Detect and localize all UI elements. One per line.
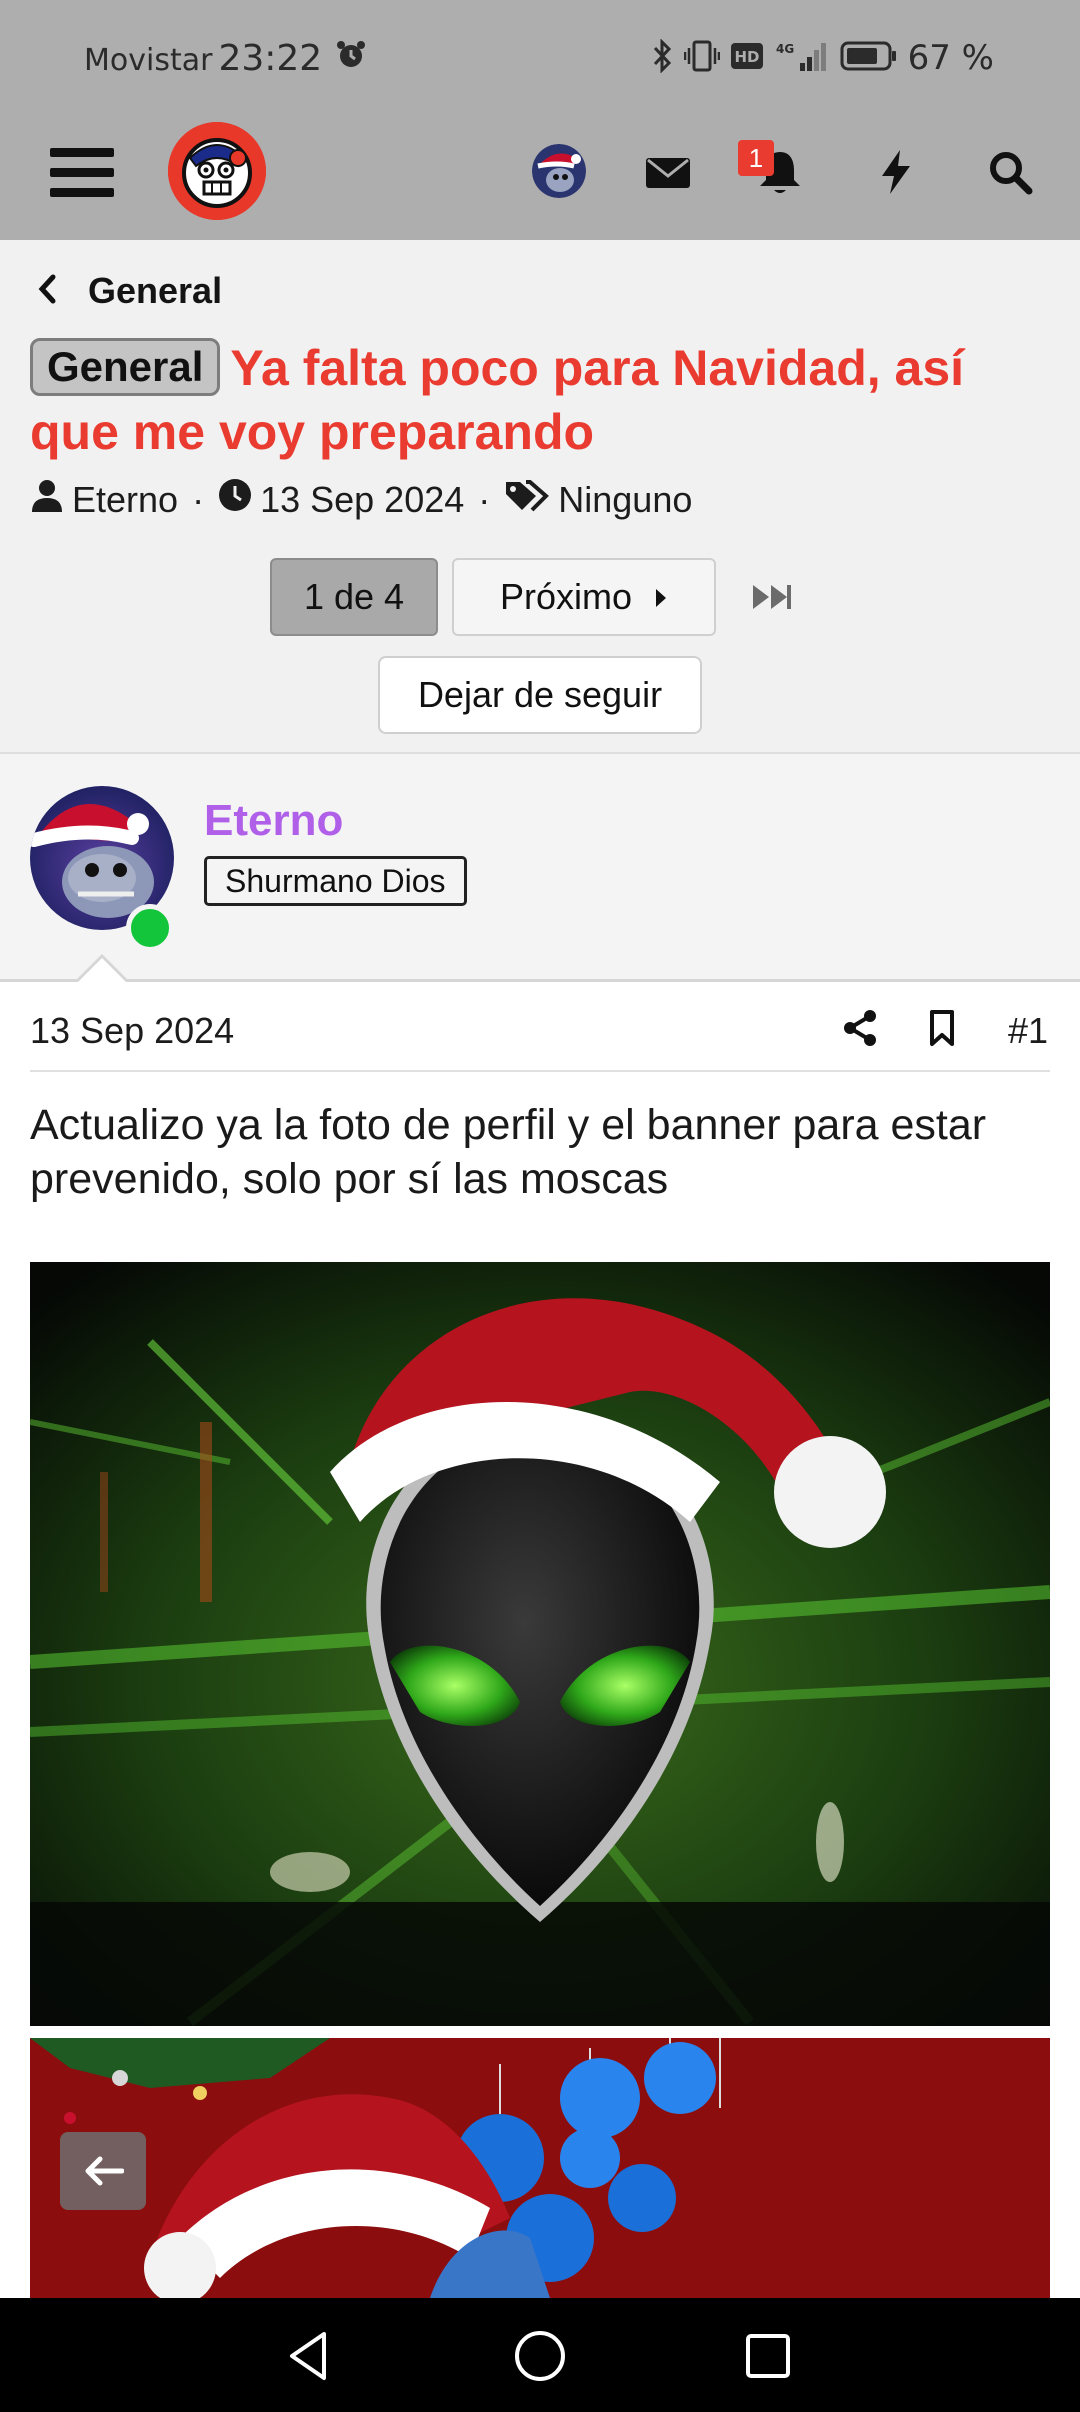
envelope-icon[interactable]: [640, 144, 696, 200]
hd-icon: HD: [730, 41, 764, 76]
system-back-icon[interactable]: [280, 2328, 336, 2384]
svg-text:HD: HD: [734, 48, 759, 66]
unfollow-button[interactable]: Dejar de seguir: [378, 656, 702, 734]
status-left: Movistar 23:22: [84, 38, 366, 79]
site-logo[interactable]: [168, 122, 266, 220]
breadcrumb-label: General: [88, 270, 223, 311]
meta-separator: ·: [192, 478, 205, 520]
bookmark-icon[interactable]: [922, 1008, 962, 1048]
thread-prefix-badge[interactable]: General: [30, 338, 221, 396]
chevron-left-icon: [36, 272, 58, 311]
menu-icon[interactable]: [50, 144, 114, 200]
clock-time: 23:22: [218, 38, 323, 79]
thread-tags: Ninguno: [558, 478, 693, 520]
system-home-icon[interactable]: [512, 2328, 568, 2384]
post-author-name[interactable]: Eterno: [204, 796, 343, 846]
arrow-left-icon: [85, 2156, 124, 2186]
thread-author[interactable]: Eterno: [72, 479, 178, 521]
post-body-text: Actualizo ya la foto de perfil y el bann…: [30, 1101, 987, 1203]
caret-right-icon: [654, 576, 668, 618]
notification-badge: 1: [738, 140, 774, 176]
page-indicator[interactable]: 1 de 4: [270, 558, 438, 636]
bluetooth-icon: [652, 37, 674, 78]
next-page-button[interactable]: Próximo: [452, 558, 716, 636]
last-page-button[interactable]: [744, 558, 800, 636]
signal-icon: 4G: [774, 39, 830, 78]
post-image-alien[interactable]: [30, 1262, 1050, 2026]
clock-icon: [218, 478, 260, 521]
next-page-label: Próximo: [499, 576, 633, 617]
thread-header: General General Ya falta poco para Navida…: [0, 240, 1080, 754]
vibrate-icon: [683, 39, 720, 78]
post-image-christmas-banner[interactable]: [30, 2038, 1050, 2298]
carrier-name: Movistar: [84, 43, 213, 78]
message-arrow: [78, 958, 126, 982]
user-icon: [30, 478, 72, 521]
tags-icon: [504, 478, 558, 521]
battery-percent: 67 %: [907, 38, 994, 78]
bolt-icon[interactable]: [868, 144, 924, 200]
top-navigation: 1: [0, 120, 1080, 240]
alarm-icon: [336, 40, 366, 70]
fast-forward-icon: [753, 585, 791, 609]
thread-meta: Eterno · 13 Sep 2024 · Ninguno: [30, 478, 692, 521]
network-type: 4G: [776, 42, 794, 56]
post-user-block: Eterno Shurmano Dios: [0, 754, 1080, 982]
online-status-dot: [126, 904, 174, 952]
back-arrow-button[interactable]: [60, 2132, 146, 2210]
post-date[interactable]: 13 Sep 2024: [30, 1010, 234, 1052]
battery-icon: [840, 40, 898, 77]
status-bar: Movistar 23:22 HD 4G 67 %: [0, 0, 1080, 120]
breadcrumb[interactable]: General: [36, 270, 222, 312]
user-title-badge: Shurmano Dios: [204, 856, 467, 906]
thread-date[interactable]: 13 Sep 2024: [260, 479, 464, 521]
system-recents-icon[interactable]: [740, 2328, 796, 2384]
user-avatar[interactable]: [532, 144, 586, 198]
share-icon[interactable]: [840, 1008, 880, 1048]
system-navigation-bar: [0, 2298, 1080, 2412]
post-number[interactable]: #1: [1008, 1010, 1048, 1052]
status-right: HD 4G 67 %: [652, 37, 994, 78]
thread-title: General Ya falta poco para Navidad, así q…: [30, 336, 1040, 464]
meta-separator: ·: [478, 478, 491, 520]
search-icon[interactable]: [982, 144, 1038, 200]
post-meta-bar: 13 Sep 2024 #1: [30, 1010, 1050, 1072]
